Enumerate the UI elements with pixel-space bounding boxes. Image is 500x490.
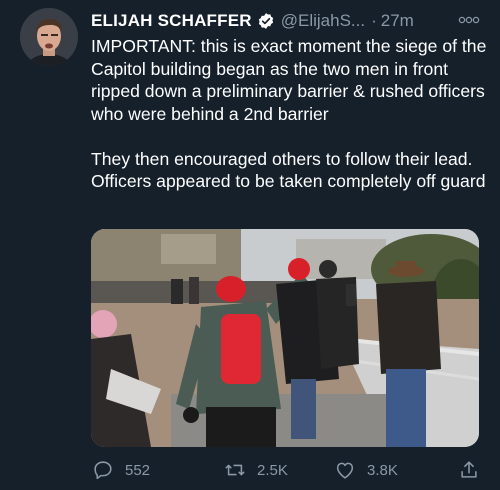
tweet-media-image[interactable] — [91, 229, 479, 447]
retweet-button[interactable]: 2.5K — [224, 459, 288, 481]
reply-count: 552 — [125, 461, 151, 479]
author-name[interactable]: ELIJAH SCHAFFER — [91, 11, 252, 31]
tweet[interactable]: ELIJAH SCHAFFER @ElijahS... · 27m IMPORT… — [0, 0, 500, 490]
tweet-paragraph-2: They then encouraged others to follow th… — [91, 148, 486, 192]
retweet-icon — [225, 464, 245, 476]
reply-icon — [94, 461, 112, 480]
separator-dot: · — [371, 11, 377, 30]
capitol-scene-image — [91, 229, 479, 447]
tweet-header: ELIJAH SCHAFFER @ElijahS... · 27m — [91, 10, 480, 32]
verified-badge-icon — [257, 12, 275, 30]
tweet-paragraph-1: IMPORTANT: this is exact moment the sieg… — [91, 36, 487, 124]
more-options-icon[interactable] — [458, 12, 480, 28]
retweet-count: 2.5K — [257, 461, 288, 479]
like-button[interactable]: 3.8K — [334, 459, 398, 481]
tweet-actions: 552 2.5K 3.8K — [92, 457, 484, 483]
author-handle[interactable]: @ElijahS... — [281, 11, 365, 31]
like-count: 3.8K — [367, 461, 398, 479]
tweet-text: IMPORTANT: this is exact moment the sieg… — [91, 35, 491, 193]
like-icon — [336, 462, 354, 479]
avatar-image — [20, 8, 78, 66]
reply-button[interactable]: 552 — [92, 459, 150, 481]
timestamp[interactable]: 27m — [381, 11, 414, 31]
avatar[interactable] — [20, 8, 78, 66]
share-button[interactable] — [458, 459, 480, 481]
share-icon — [461, 461, 477, 478]
